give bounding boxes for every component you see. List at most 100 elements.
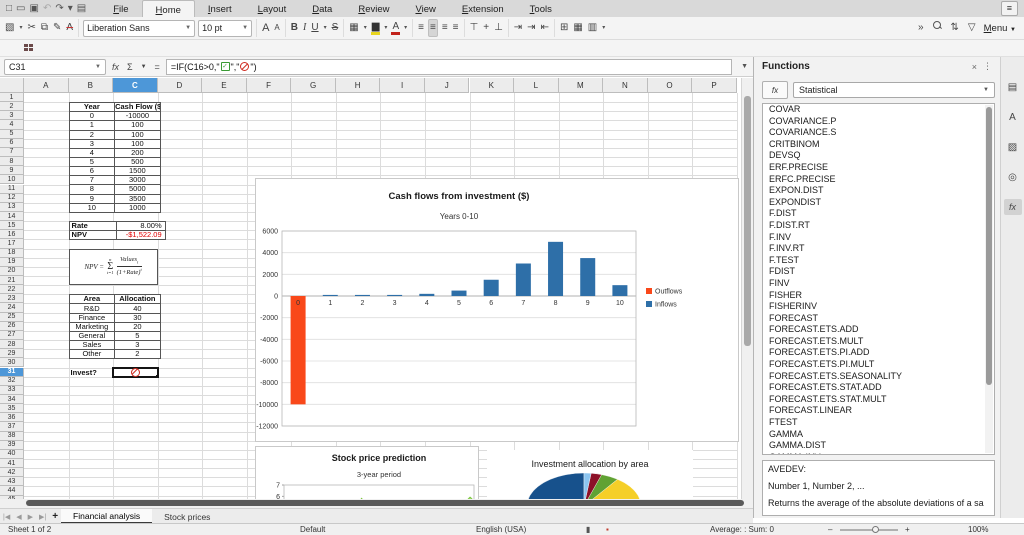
table-cell[interactable]: NPV	[69, 231, 117, 240]
menu-tab-home[interactable]: Home	[142, 0, 195, 17]
navigator-icon[interactable]: ◎	[1004, 169, 1022, 185]
row-header-18[interactable]: 18	[0, 249, 24, 258]
column-header-A[interactable]: A	[24, 78, 69, 93]
function-list-item[interactable]: F.TEST	[763, 255, 994, 267]
pie-chart-object[interactable]: Investment allocation by areaR&DFinanceM…	[487, 450, 693, 505]
row-header-22[interactable]: 22	[0, 285, 24, 294]
next-sheet-icon[interactable]: ▶	[25, 509, 36, 524]
borders-icon[interactable]: ▦	[348, 20, 359, 36]
table-cell[interactable]: 5000	[115, 185, 161, 194]
table-cell[interactable]: Rate	[69, 222, 117, 231]
column-header-N[interactable]: N	[603, 78, 648, 93]
formula-button[interactable]: =	[153, 62, 162, 72]
column-header-C[interactable]: C	[113, 78, 158, 93]
merge-center-icon[interactable]: ▦	[572, 20, 583, 36]
function-wizard-button[interactable]: fx	[110, 62, 121, 72]
column-header-P[interactable]: P	[692, 78, 737, 93]
row-header-39[interactable]: 39	[0, 441, 24, 450]
row-header-23[interactable]: 23	[0, 294, 24, 303]
redo-dropdown-icon[interactable]: ▾	[68, 1, 73, 16]
menu-button[interactable]: Menu ▼	[984, 23, 1016, 34]
previous-sheet-icon[interactable]: ◀	[13, 509, 24, 524]
table-cell[interactable]: 3500	[115, 194, 161, 203]
italic-icon[interactable]: I	[302, 20, 307, 36]
menu-tab-extension[interactable]: Extension	[449, 0, 517, 17]
function-list[interactable]: COVARCOVARIANCE.PCOVARIANCE.SCRITBINOMDE…	[762, 103, 995, 455]
cash-flow-table[interactable]: YearCash Flow ($)0-100001100210031004200…	[69, 102, 161, 213]
function-list-item[interactable]: F.INV	[763, 232, 994, 244]
row-header-44[interactable]: 44	[0, 486, 24, 495]
table-cell[interactable]: Area	[69, 295, 115, 304]
name-box[interactable]: C31▼	[4, 59, 106, 75]
function-list-item[interactable]: CRITBINOM	[763, 139, 994, 151]
function-list-item[interactable]: F.DIST.RT	[763, 220, 994, 232]
paste-icon[interactable]: ▧	[4, 20, 15, 36]
column-header-M[interactable]: M	[559, 78, 604, 93]
table-cell[interactable]: 40	[115, 304, 161, 313]
sheet-tab-financial-analysis[interactable]: Financial analysis	[61, 509, 152, 524]
font-name-combo[interactable]: Liberation Sans▼	[83, 20, 195, 37]
bar-inflows-year-6[interactable]	[484, 280, 499, 296]
row-header-20[interactable]: 20	[0, 267, 24, 276]
row-header-35[interactable]: 35	[0, 404, 24, 413]
column-header-J[interactable]: J	[425, 78, 470, 93]
table-cell[interactable]: Sales	[69, 341, 115, 350]
row-header-34[interactable]: 34	[0, 395, 24, 404]
table-cell[interactable]: 0	[69, 112, 115, 121]
bar-inflows-year-7[interactable]	[516, 264, 531, 297]
table-cell[interactable]: 1500	[115, 167, 161, 176]
function-list-item[interactable]: ERF.PRECISE	[763, 162, 994, 174]
function-list-item[interactable]: FDIST	[763, 266, 994, 278]
function-list-item[interactable]: COVARIANCE.P	[763, 116, 994, 128]
sidebar-menu-icon[interactable]: ⋮	[980, 61, 995, 72]
column-header-G[interactable]: G	[291, 78, 336, 93]
average-sum-status[interactable]: Average: : Sum: 0	[710, 525, 774, 534]
functions-icon[interactable]: fx	[1004, 199, 1022, 215]
function-list-item[interactable]: FINV	[763, 278, 994, 290]
zoom-slider-thumb[interactable]	[872, 526, 879, 533]
function-list-item[interactable]: GAMMA.DIST	[763, 440, 994, 452]
add-sheet-icon[interactable]: +	[49, 509, 61, 524]
table-cell[interactable]: Marketing	[69, 322, 115, 331]
row-header-5[interactable]: 5	[0, 130, 24, 139]
table-cell[interactable]: 9	[69, 194, 115, 203]
row-header-11[interactable]: 11	[0, 185, 24, 194]
align-bottom-icon[interactable]: ⊥	[493, 20, 504, 36]
row-header-40[interactable]: 40	[0, 450, 24, 459]
new-document-icon[interactable]: □	[6, 1, 12, 16]
column-header-F[interactable]: F	[247, 78, 292, 93]
function-list-item[interactable]: GAMMA	[763, 429, 994, 441]
menu-tab-file[interactable]: File	[100, 0, 141, 17]
line-chart-object[interactable]: Stock price prediction3-year period01234…	[255, 446, 479, 505]
bar-chart-object[interactable]: Cash flows from investment ($)Years 0-10…	[255, 178, 739, 442]
menu-tab-layout[interactable]: Layout	[245, 0, 300, 17]
last-sheet-icon[interactable]: ▶|	[36, 509, 49, 524]
function-list-item[interactable]: FISHER	[763, 290, 994, 302]
function-list-item[interactable]: FORECAST.ETS.PI.ADD	[763, 347, 994, 359]
zoom-slider[interactable]	[840, 529, 898, 531]
bar-inflows-year-2[interactable]	[355, 295, 370, 296]
row-header-29[interactable]: 29	[0, 349, 24, 358]
function-list-item[interactable]: FORECAST.ETS.STAT.ADD	[763, 382, 994, 394]
row-header-6[interactable]: 6	[0, 139, 24, 148]
table-cell[interactable]: 2	[115, 350, 161, 359]
column-header-O[interactable]: O	[648, 78, 693, 93]
row-header-1[interactable]: 1	[0, 93, 24, 102]
row-header-2[interactable]: 2	[0, 102, 24, 111]
table-cell[interactable]: 3	[69, 139, 115, 148]
menu-tab-view[interactable]: View	[402, 0, 448, 17]
table-cell[interactable]: 3000	[115, 176, 161, 185]
function-list-item[interactable]: F.INV.RT	[763, 243, 994, 255]
row-header-28[interactable]: 28	[0, 340, 24, 349]
open-file-icon[interactable]: ▭	[16, 1, 25, 16]
horizontal-scrollbar[interactable]	[0, 499, 753, 508]
copy-icon[interactable]: ⧉	[40, 20, 49, 36]
row-header-15[interactable]: 15	[0, 221, 24, 230]
align-right-icon[interactable]: ≡	[441, 20, 449, 36]
function-list-item[interactable]: GAMMA.INV	[763, 452, 994, 455]
page-style[interactable]: Default	[300, 525, 325, 534]
selected-cell-c31[interactable]	[112, 367, 159, 378]
bar-inflows-year-9[interactable]	[580, 258, 595, 296]
formula-input[interactable]: =IF(C16>0,"✓","")	[166, 59, 732, 75]
function-list-item[interactable]: COVARIANCE.S	[763, 127, 994, 139]
